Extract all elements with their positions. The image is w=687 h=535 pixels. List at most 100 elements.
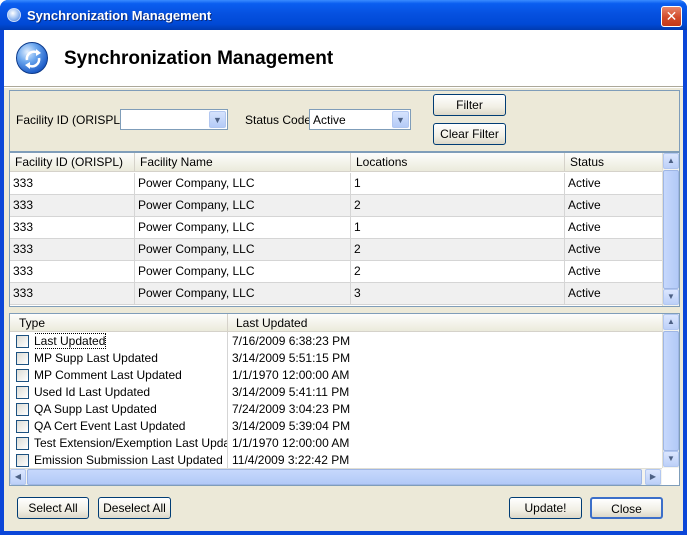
last-updated-value: 3/14/2009 5:39:04 PM bbox=[232, 419, 351, 433]
update-type-label: Test Extension/Exemption Last Updated bbox=[34, 436, 228, 450]
cell-facility-name[interactable]: Power Company, LLC bbox=[135, 173, 351, 195]
update-checkbox[interactable] bbox=[16, 454, 29, 467]
update-checkbox[interactable] bbox=[16, 369, 29, 382]
cell-status[interactable]: Active bbox=[565, 261, 662, 283]
list-item[interactable]: QA Cert Event Last Updated 3/14/2009 5:39… bbox=[10, 418, 662, 435]
filter-button[interactable]: Filter bbox=[433, 94, 506, 116]
column-header-type[interactable]: Type bbox=[10, 314, 228, 333]
cell-locations[interactable]: 2 bbox=[351, 195, 565, 217]
update-type-cell: Emission Submission Last Updated bbox=[34, 452, 228, 469]
title-bar[interactable]: Synchronization Management ✕ bbox=[0, 0, 687, 30]
column-header-facility-name[interactable]: Facility Name bbox=[135, 153, 351, 172]
update-types-header: Type Last Updated bbox=[10, 314, 662, 333]
chevron-down-icon[interactable]: ▼ bbox=[209, 111, 226, 128]
sync-logo-icon bbox=[16, 42, 48, 74]
clear-filter-button[interactable]: Clear Filter bbox=[433, 123, 506, 145]
update-checkbox[interactable] bbox=[16, 437, 29, 450]
scroll-thumb[interactable] bbox=[663, 331, 679, 451]
column-header-locations[interactable]: Locations bbox=[351, 153, 565, 172]
cell-facility-id[interactable]: 333 bbox=[10, 173, 135, 195]
table-row[interactable]: 333 Power Company, LLC 2 Active bbox=[10, 239, 662, 261]
cell-status[interactable]: Active bbox=[565, 217, 662, 239]
scroll-right-icon[interactable]: ▶ bbox=[645, 469, 661, 485]
update-checkbox[interactable] bbox=[16, 352, 29, 365]
deselect-all-button[interactable]: Deselect All bbox=[98, 497, 171, 519]
page-title: Synchronization Management bbox=[64, 48, 334, 69]
cell-facility-name[interactable]: Power Company, LLC bbox=[135, 239, 351, 261]
dialog-client: Synchronization Management Facility ID (… bbox=[4, 30, 683, 531]
scroll-down-icon[interactable]: ▼ bbox=[663, 289, 679, 305]
facility-id-select[interactable]: ▼ bbox=[120, 109, 228, 130]
cell-locations[interactable]: 2 bbox=[351, 239, 565, 261]
scroll-up-icon[interactable]: ▲ bbox=[663, 153, 679, 169]
cell-locations[interactable]: 2 bbox=[351, 261, 565, 283]
update-types-hscroll[interactable]: ◀ ▶ bbox=[10, 468, 662, 485]
cell-locations[interactable]: 1 bbox=[351, 217, 565, 239]
cell-facility-name[interactable]: Power Company, LLC bbox=[135, 283, 351, 305]
list-item[interactable]: Used Id Last Updated 3/14/2009 5:41:11 PM bbox=[10, 384, 662, 401]
list-item[interactable]: Last Updated 7/16/2009 6:38:23 PM bbox=[10, 333, 662, 350]
table-row[interactable]: 333 Power Company, LLC 2 Active bbox=[10, 195, 662, 217]
last-updated-value: 7/24/2009 3:04:23 PM bbox=[232, 402, 351, 416]
update-type-label: MP Supp Last Updated bbox=[34, 351, 158, 365]
facility-grid-header: Facility ID (ORISPL) Facility Name Locat… bbox=[10, 153, 662, 172]
last-updated-value: 1/1/1970 12:00:00 AM bbox=[232, 368, 350, 382]
last-updated-value: 3/14/2009 5:51:15 PM bbox=[232, 351, 351, 365]
update-type-cell: Last Updated bbox=[34, 333, 228, 350]
scroll-thumb[interactable] bbox=[663, 170, 679, 289]
update-checkbox[interactable] bbox=[16, 420, 29, 433]
table-row[interactable]: 333 Power Company, LLC 1 Active bbox=[10, 217, 662, 239]
app-window: Synchronization Management ✕ Synchroniza… bbox=[0, 0, 687, 535]
table-row[interactable]: 333 Power Company, LLC 1 Active bbox=[10, 173, 662, 195]
cell-facility-name[interactable]: Power Company, LLC bbox=[135, 195, 351, 217]
cell-status[interactable]: Active bbox=[565, 195, 662, 217]
update-type-cell: Test Extension/Exemption Last Updated bbox=[34, 435, 228, 452]
cell-facility-name[interactable]: Power Company, LLC bbox=[135, 261, 351, 283]
facility-id-label: Facility ID (ORISPL) bbox=[16, 113, 125, 127]
column-header-facility-id[interactable]: Facility ID (ORISPL) bbox=[10, 153, 135, 172]
close-button[interactable]: Close bbox=[590, 497, 663, 519]
cell-facility-id[interactable]: 333 bbox=[10, 217, 135, 239]
chevron-down-icon[interactable]: ▼ bbox=[392, 111, 409, 128]
column-header-status[interactable]: Status bbox=[565, 153, 662, 172]
cell-facility-id[interactable]: 333 bbox=[10, 239, 135, 261]
select-all-button[interactable]: Select All bbox=[17, 497, 89, 519]
scroll-left-icon[interactable]: ◀ bbox=[10, 469, 26, 485]
cell-facility-id[interactable]: 333 bbox=[10, 195, 135, 217]
update-checkbox[interactable] bbox=[16, 386, 29, 399]
close-window-button[interactable]: ✕ bbox=[661, 6, 682, 27]
last-updated-value: 7/16/2009 6:38:23 PM bbox=[232, 334, 351, 348]
cell-status[interactable]: Active bbox=[565, 239, 662, 261]
cell-status[interactable]: Active bbox=[565, 283, 662, 305]
cell-facility-id[interactable]: 333 bbox=[10, 283, 135, 305]
cell-facility-id[interactable]: 333 bbox=[10, 261, 135, 283]
update-type-label: Last Updated bbox=[34, 333, 107, 349]
scroll-thumb[interactable] bbox=[27, 469, 642, 485]
cell-facility-name[interactable]: Power Company, LLC bbox=[135, 217, 351, 239]
cell-locations[interactable]: 3 bbox=[351, 283, 565, 305]
app-icon bbox=[7, 8, 21, 22]
header-band: Synchronization Management bbox=[4, 30, 683, 86]
facility-grid-vscroll[interactable]: ▲ ▼ bbox=[662, 153, 679, 306]
update-types-vscroll[interactable]: ▲ ▼ bbox=[662, 314, 679, 468]
list-item[interactable]: Emission Submission Last Updated 11/4/200… bbox=[10, 452, 662, 469]
cell-locations[interactable]: 1 bbox=[351, 173, 565, 195]
scroll-down-icon[interactable]: ▼ bbox=[663, 451, 679, 467]
list-item[interactable]: QA Supp Last Updated 7/24/2009 3:04:23 PM bbox=[10, 401, 662, 418]
status-code-select[interactable]: Active ▼ bbox=[309, 109, 411, 130]
update-type-cell: MP Supp Last Updated bbox=[34, 350, 228, 367]
cell-status[interactable]: Active bbox=[565, 173, 662, 195]
list-item[interactable]: MP Supp Last Updated 3/14/2009 5:51:15 PM bbox=[10, 350, 662, 367]
list-item[interactable]: Test Extension/Exemption Last Updated 1/1… bbox=[10, 435, 662, 452]
column-header-last-updated[interactable]: Last Updated bbox=[228, 314, 662, 333]
table-row[interactable]: 333 Power Company, LLC 2 Active bbox=[10, 261, 662, 283]
table-row[interactable]: 333 Power Company, LLC 3 Active bbox=[10, 283, 662, 305]
facility-grid: Facility ID (ORISPL) Facility Name Locat… bbox=[9, 152, 680, 307]
update-button[interactable]: Update! bbox=[509, 497, 582, 519]
list-item[interactable]: MP Comment Last Updated 1/1/1970 12:00:00… bbox=[10, 367, 662, 384]
last-updated-value: 11/4/2009 3:22:42 PM bbox=[232, 453, 350, 467]
update-checkbox[interactable] bbox=[16, 403, 29, 416]
scroll-up-icon[interactable]: ▲ bbox=[663, 314, 679, 330]
update-checkbox[interactable] bbox=[16, 335, 29, 348]
update-type-cell: Used Id Last Updated bbox=[34, 384, 228, 401]
